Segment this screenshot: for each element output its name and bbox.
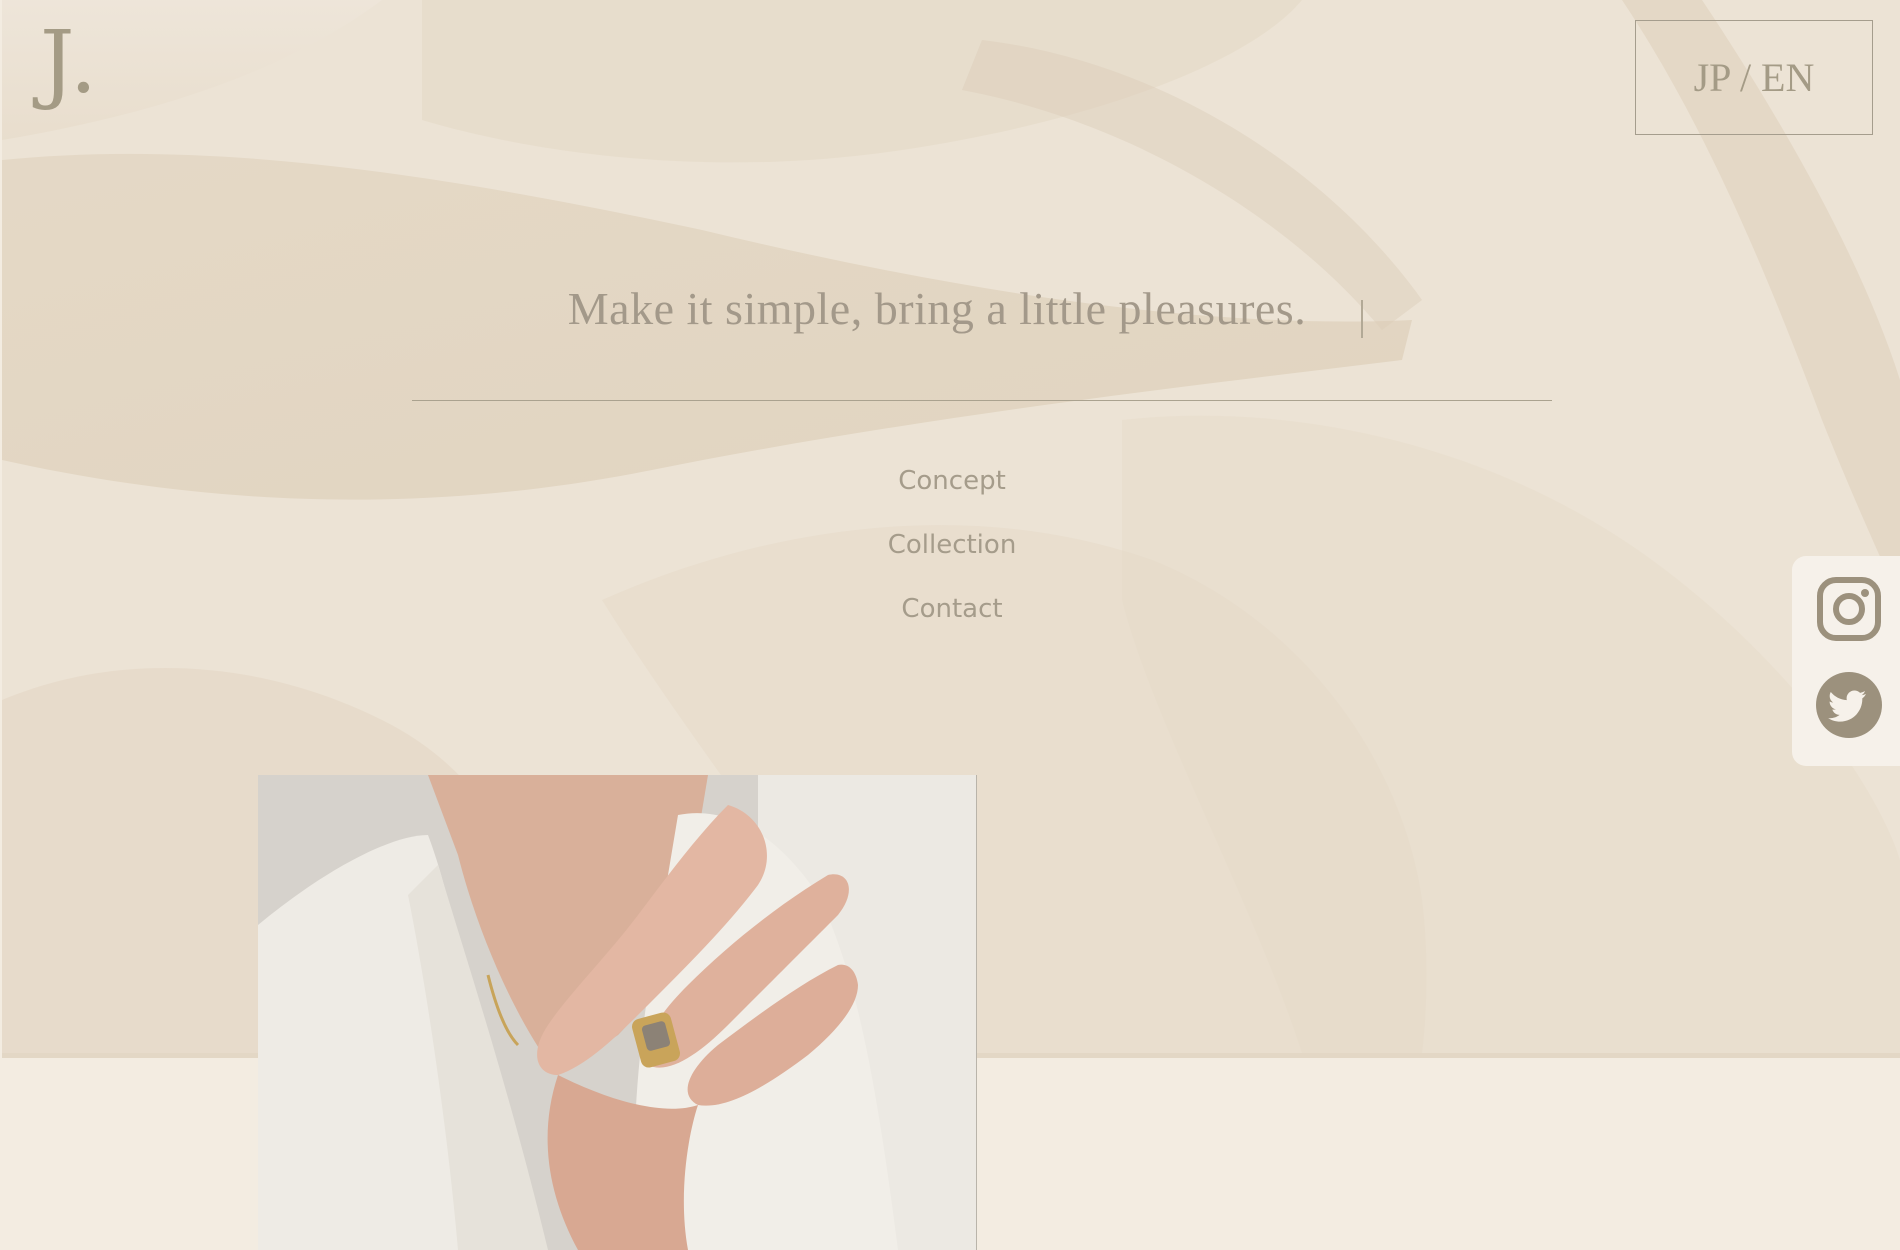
jewelry-model-photo <box>258 775 977 1250</box>
twitter-icon[interactable] <box>1816 672 1882 738</box>
social-links-panel <box>1792 556 1900 766</box>
typing-cursor <box>1361 300 1363 338</box>
nav-link-concept[interactable]: Concept <box>898 455 1006 519</box>
hero-tagline: Make it simple, bring a little pleasures… <box>2 282 1872 335</box>
brand-logo[interactable]: J. <box>40 20 99 106</box>
nav-link-collection[interactable]: Collection <box>888 519 1017 583</box>
divider-line <box>412 400 1552 401</box>
hero-tagline-text: Make it simple, bring a little pleasures… <box>567 283 1307 334</box>
main-nav: Concept Collection Contact <box>2 455 1900 647</box>
instagram-icon[interactable] <box>1816 576 1882 642</box>
nav-link-contact[interactable]: Contact <box>901 583 1002 647</box>
language-toggle-button[interactable]: JP / EN <box>1635 20 1873 135</box>
